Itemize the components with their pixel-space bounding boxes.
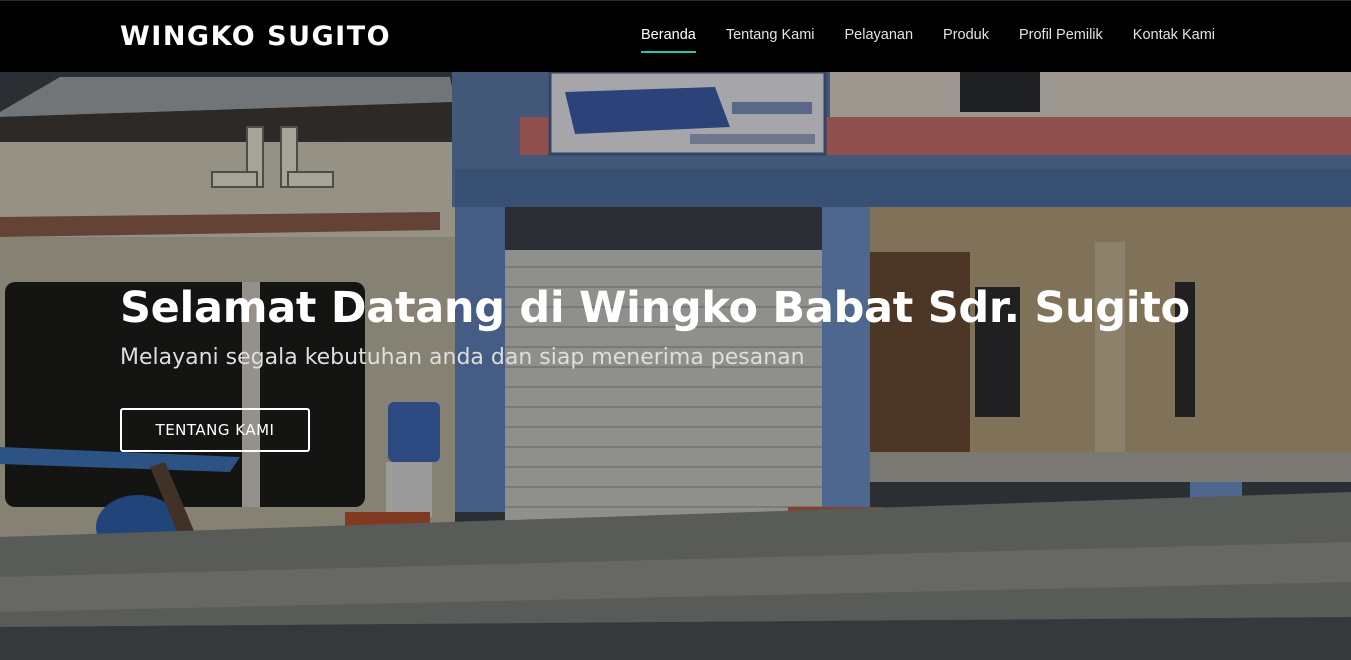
hero-section: Selamat Datang di Wingko Babat Sdr. Sugi… (0, 72, 1351, 660)
nav-item-tentang-kami[interactable]: Tentang Kami (711, 1, 830, 73)
nav-item-beranda[interactable]: Beranda (626, 1, 711, 73)
brand-logo[interactable]: WINGKO SUGITO (120, 19, 391, 55)
about-us-button[interactable]: TENTANG KAMI (120, 408, 310, 452)
nav-item-profil-pemilik[interactable]: Profil Pemilik (1004, 1, 1118, 73)
nav-item-pelayanan[interactable]: Pelayanan (830, 1, 929, 73)
hero-subtitle: Melayani segala kebutuhan anda dan siap … (120, 345, 805, 370)
top-navbar: WINGKO SUGITO Beranda Tentang Kami Pelay… (0, 0, 1351, 72)
main-nav: Beranda Tentang Kami Pelayanan Produk Pr… (626, 1, 1230, 73)
nav-item-produk[interactable]: Produk (928, 1, 1004, 73)
hero-title: Selamat Datang di Wingko Babat Sdr. Sugi… (120, 283, 1190, 333)
nav-item-kontak-kami[interactable]: Kontak Kami (1118, 1, 1230, 73)
